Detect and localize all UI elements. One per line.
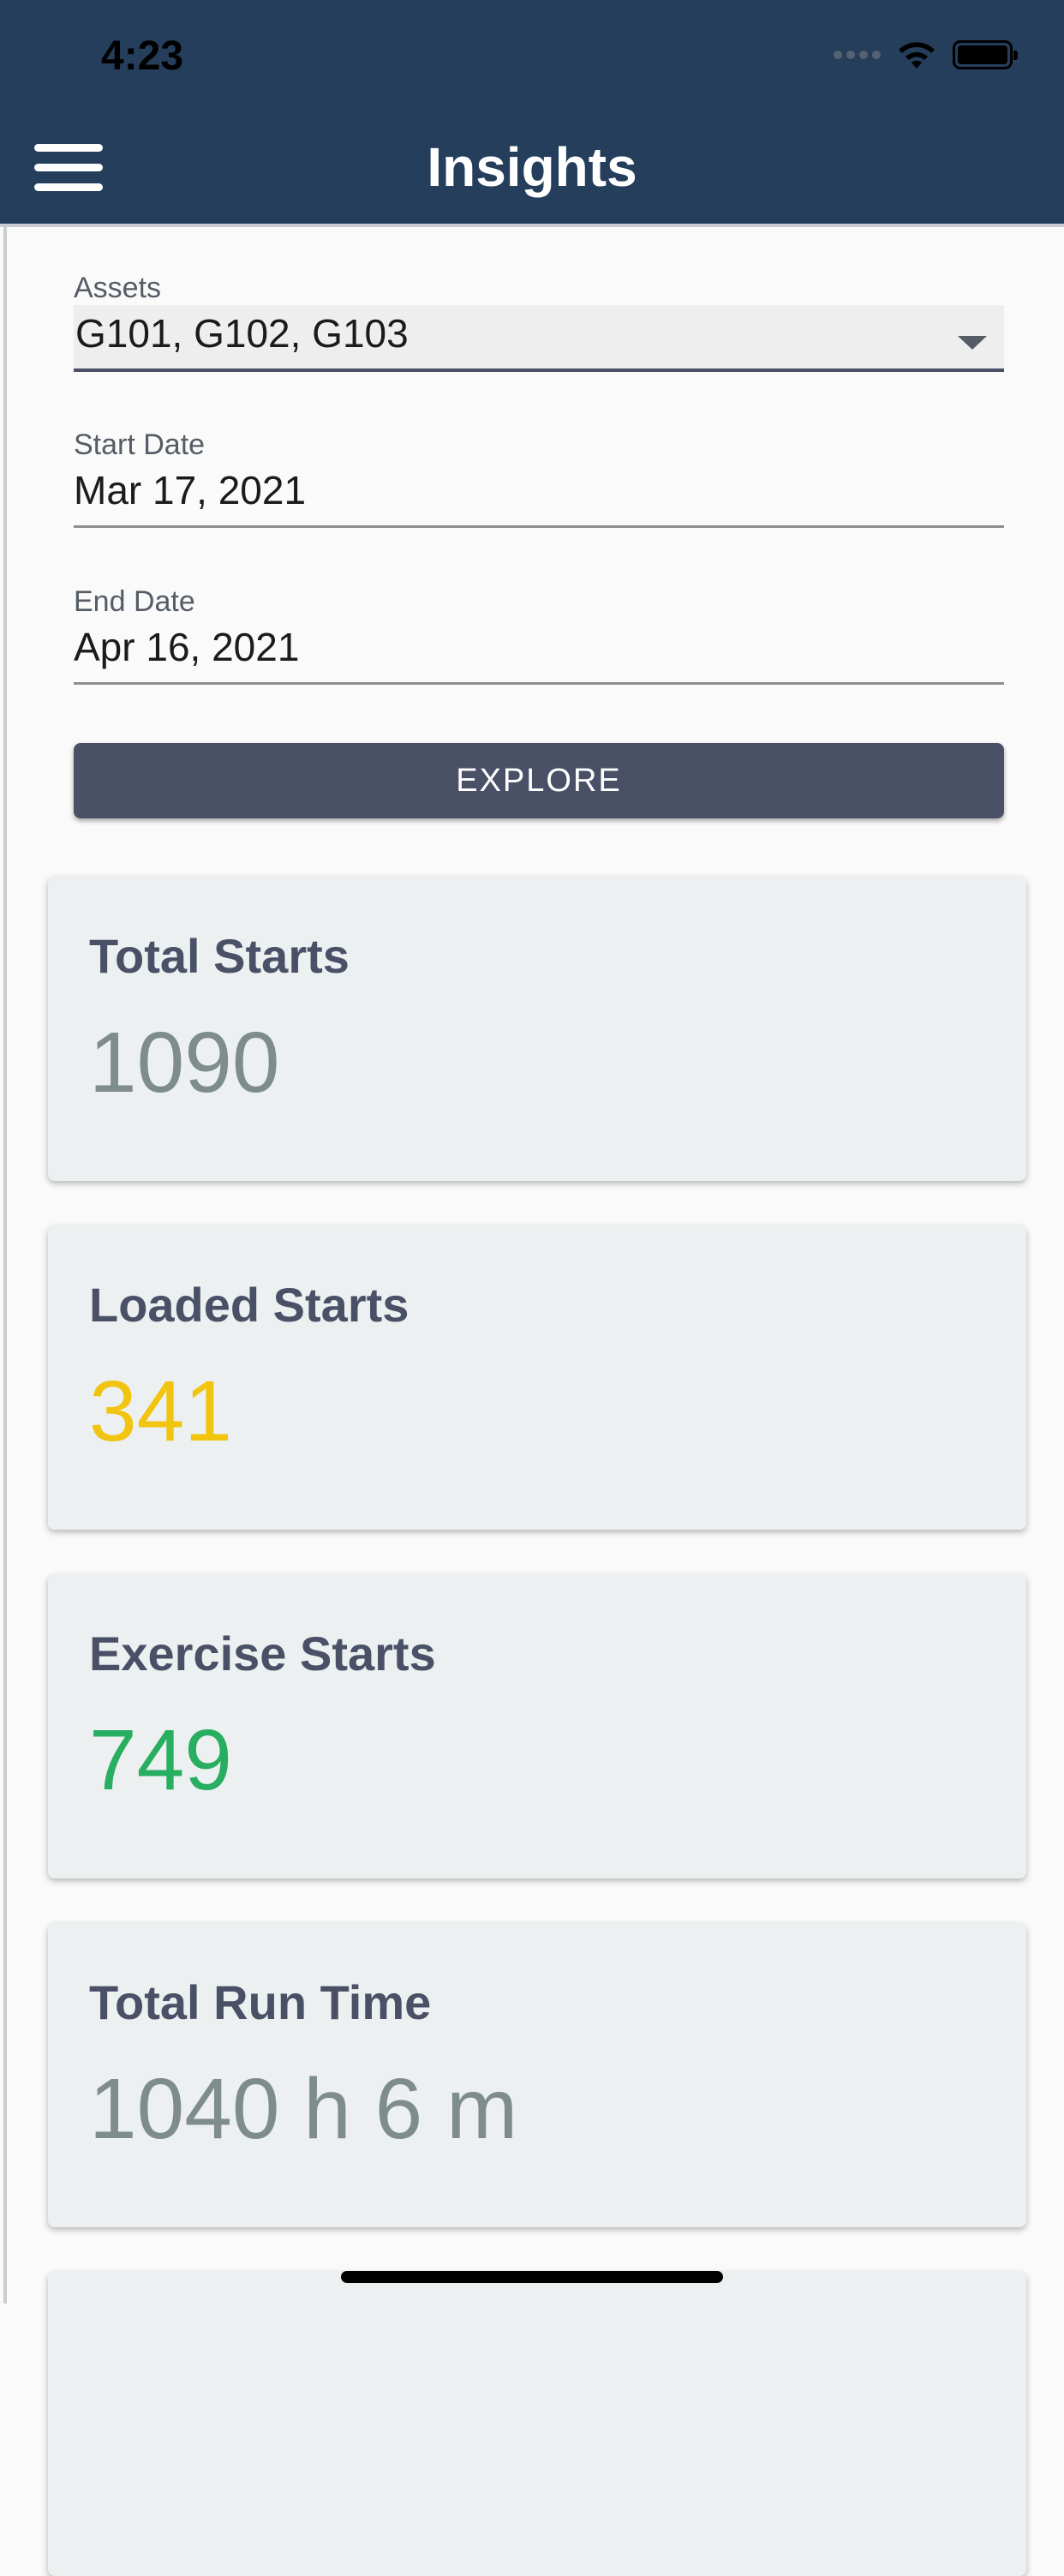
assets-select[interactable]: Assets G101, G102, G103 (74, 272, 1004, 372)
start-date-label: Start Date (74, 428, 206, 461)
assets-value: G101, G102, G103 (75, 311, 409, 356)
assets-value-field[interactable]: G101, G102, G103 (74, 305, 1004, 372)
card-value: 341 (89, 1363, 232, 1459)
card-title: Total Run Time (89, 1975, 432, 2029)
end-date-value[interactable]: Apr 16, 2021 (74, 619, 1004, 685)
total-run-time-card: Total Run Time 1040 h 6 m (48, 1923, 1026, 2227)
status-icons (834, 38, 1018, 72)
status-time: 4:23 (101, 33, 184, 79)
battery-icon (953, 40, 1018, 69)
home-indicator[interactable] (341, 2271, 723, 2283)
card-title: Total Starts (89, 929, 350, 983)
next-card (48, 2272, 1026, 2576)
explore-button[interactable]: EXPLORE (74, 743, 1004, 818)
card-value: 749 (89, 1712, 232, 1808)
exercise-starts-card: Exercise Starts 749 (48, 1574, 1026, 1878)
dropdown-arrow-icon[interactable] (958, 336, 987, 350)
wifi-icon (899, 42, 935, 69)
card-title: Exercise Starts (89, 1626, 436, 1680)
insights-content: Assets G101, G102, G103 Start Date Mar 1… (3, 227, 1064, 2576)
assets-label: Assets (74, 272, 162, 304)
cellular-signal-icon (834, 51, 881, 59)
end-date-field[interactable]: End Date Apr 16, 2021 (74, 585, 1004, 685)
app-header: 4:23 Insights (0, 0, 1064, 227)
page-title: Insights (427, 136, 637, 198)
start-date-value[interactable]: Mar 17, 2021 (74, 462, 1004, 528)
end-date-label: End Date (74, 585, 195, 618)
card-value: 1040 h 6 m (89, 2061, 518, 2157)
card-title: Loaded Starts (89, 1278, 409, 1332)
card-value: 1090 (89, 1015, 280, 1111)
loaded-starts-card: Loaded Starts 341 (48, 1225, 1026, 1530)
total-starts-card: Total Starts 1090 (48, 877, 1026, 1181)
start-date-field[interactable]: Start Date Mar 17, 2021 (74, 428, 1004, 528)
